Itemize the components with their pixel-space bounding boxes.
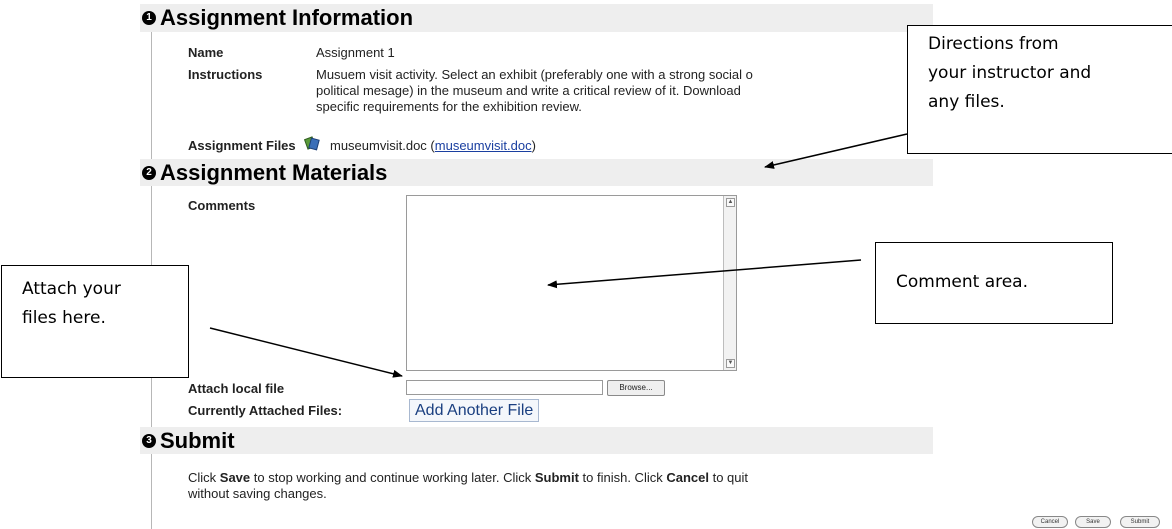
attach-files-callout: Attach your files here. [1, 265, 189, 378]
attach-files-callout-line-1: Attach your [22, 279, 121, 299]
comment-area-callout-text: Comment area. [896, 272, 1029, 292]
directions-callout-line-3: any files. [928, 92, 1005, 112]
directions-arrow [764, 133, 908, 169]
directions-callout-line-1: Directions from [928, 34, 1059, 54]
directions-callout-line-2: your instructor and [928, 63, 1092, 83]
attach-files-arrow [209, 327, 403, 378]
attach-files-callout-line-2: files here. [22, 308, 106, 328]
directions-callout: Directions from your instructor and any … [907, 25, 1172, 154]
comment-area-arrow [547, 259, 862, 289]
comment-area-callout: Comment area. [875, 242, 1113, 324]
